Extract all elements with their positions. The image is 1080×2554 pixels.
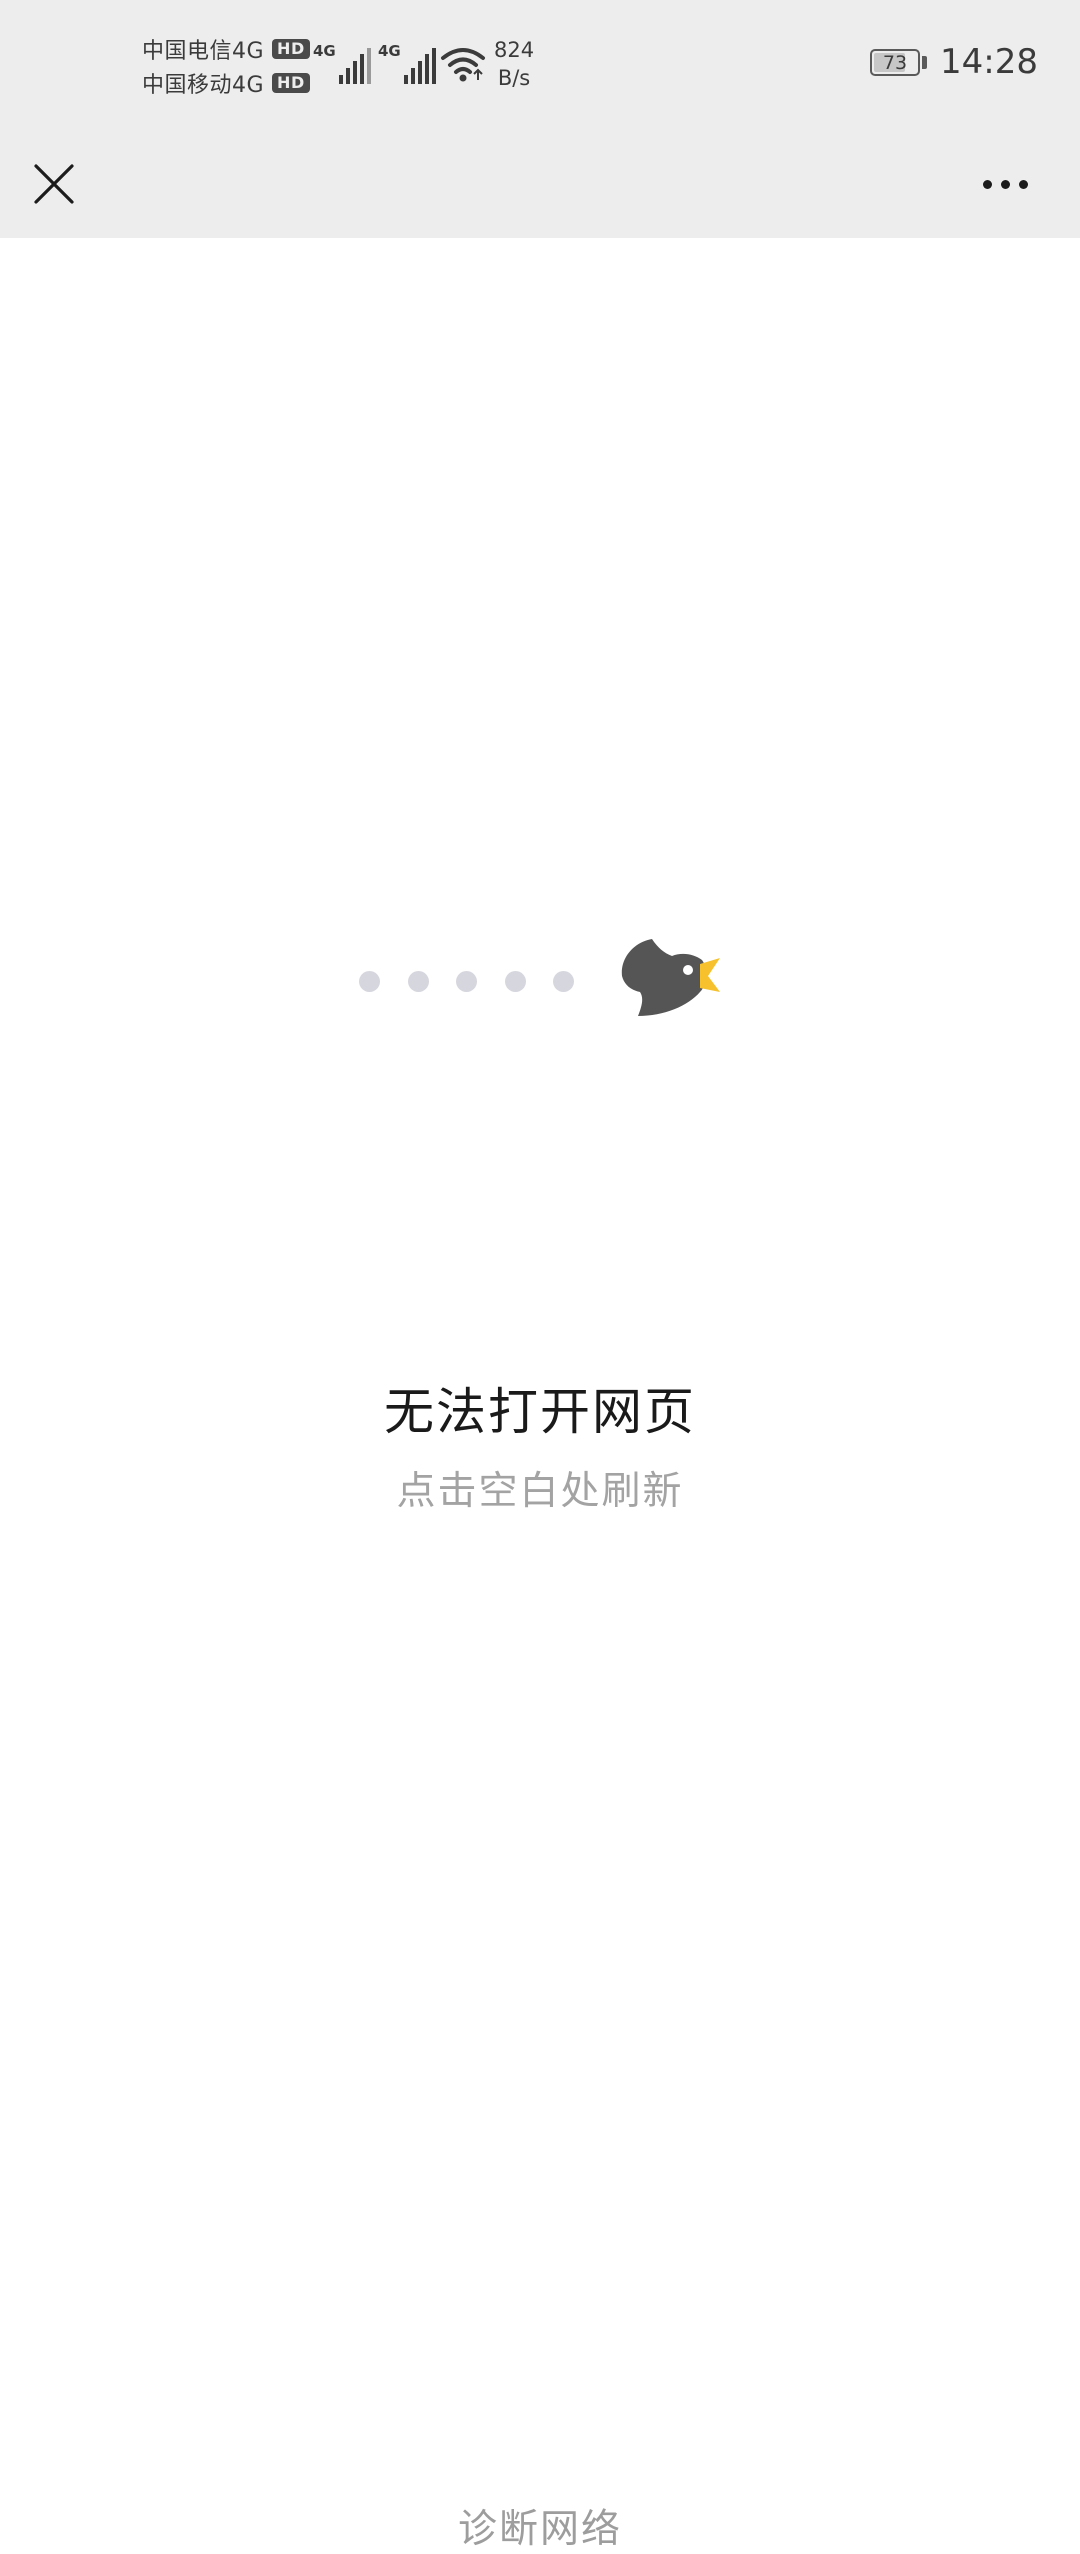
network-speed-unit: B/s	[497, 66, 531, 90]
network-speed-value: 824	[494, 38, 535, 62]
more-icon-dot	[1000, 179, 1010, 189]
more-button[interactable]	[962, 142, 1048, 226]
hd-badge: HD	[272, 39, 310, 59]
carrier-name-1: 中国电信4G	[142, 39, 265, 64]
trail-dots	[0, 971, 1080, 1001]
battery-level: 73	[882, 51, 908, 74]
refresh-hint: 点击空白处刷新	[396, 1469, 684, 1514]
close-button[interactable]	[22, 142, 86, 226]
trail-dot	[408, 971, 429, 992]
network-speed: 824 B/s	[494, 36, 534, 92]
nav-bar	[0, 132, 1080, 238]
hd-badge: HD	[272, 73, 310, 93]
carrier-line-2: 中国移动4G HD	[142, 66, 310, 100]
error-title: 无法打开网页	[384, 1383, 696, 1441]
more-icon-dot	[982, 179, 992, 189]
more-icon-dot	[1018, 179, 1028, 189]
battery-icon: 73	[870, 49, 920, 76]
trail-dot	[553, 971, 574, 992]
network-type-label: 4G	[378, 42, 401, 60]
trail-dot	[505, 971, 526, 992]
wifi-icon	[441, 48, 485, 82]
trail-dot	[456, 971, 477, 992]
battery-cap	[922, 56, 927, 69]
network-type-label: 4G	[313, 42, 336, 60]
bird-icon	[621, 939, 720, 1016]
refresh-area[interactable]: 无法打开网页 点击空白处刷新 诊断网络	[0, 238, 1080, 2552]
status-time: 14:28	[940, 42, 1038, 82]
carrier-line-1: 中国电信4G HD	[142, 32, 310, 66]
status-bar: 中国电信4G HD 中国移动4G HD 4G 4G 824 B/s 73 14:	[0, 0, 1080, 132]
carrier-name-2: 中国移动4G	[142, 73, 265, 98]
close-icon	[34, 164, 74, 204]
trail-dot	[359, 971, 380, 992]
signal-icon: 4G	[378, 40, 436, 84]
signal-icon: 4G	[313, 40, 371, 84]
diagnose-network-link[interactable]: 诊断网络	[400, 2498, 680, 2554]
carrier-info: 中国电信4G HD 中国移动4G HD	[142, 32, 310, 100]
